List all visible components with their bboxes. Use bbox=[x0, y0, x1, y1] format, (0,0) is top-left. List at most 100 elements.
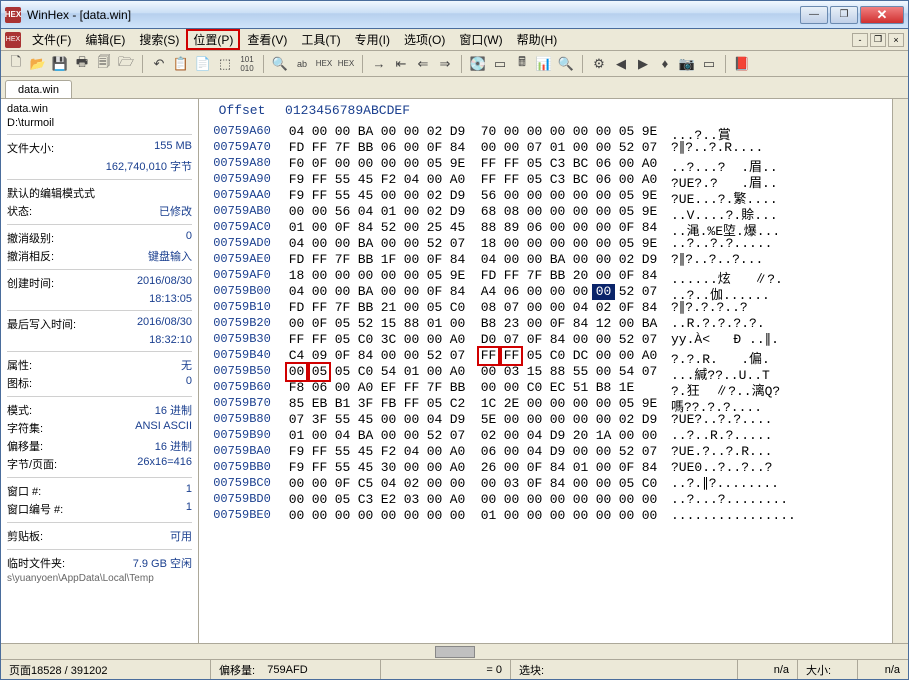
byte-cell[interactable]: FF bbox=[477, 346, 500, 366]
byte-cell[interactable]: 00 bbox=[331, 124, 354, 140]
byte-cell[interactable]: 0F bbox=[523, 476, 546, 492]
byte-cell[interactable]: 05 bbox=[615, 124, 638, 140]
byte-cell[interactable]: 00 bbox=[500, 236, 523, 252]
byte-cell[interactable]: 02 bbox=[615, 252, 638, 268]
byte-cell[interactable]: 00 bbox=[523, 204, 546, 220]
byte-cell[interactable]: FF bbox=[500, 172, 523, 188]
ascii-cell[interactable]: ..?.∥?........ bbox=[661, 476, 892, 492]
byte-cell[interactable]: 06 bbox=[592, 172, 615, 188]
byte-cell[interactable]: A0 bbox=[638, 172, 661, 188]
byte-cell[interactable]: 18 bbox=[477, 236, 500, 252]
byte-cell[interactable]: 00 bbox=[331, 236, 354, 252]
byte-cell[interactable]: 1C bbox=[477, 396, 500, 412]
byte-cell[interactable]: 00 bbox=[377, 508, 400, 524]
byte-cell[interactable]: 00 bbox=[308, 476, 331, 492]
byte-cell[interactable]: 00 bbox=[569, 508, 592, 524]
byte-cell[interactable]: 00 bbox=[308, 268, 331, 284]
byte-cell[interactable]: 05 bbox=[615, 236, 638, 252]
byte-cell[interactable]: FD bbox=[285, 252, 308, 268]
byte-cell[interactable]: 00 bbox=[546, 236, 569, 252]
byte-cell[interactable]: 00 bbox=[377, 236, 400, 252]
find-hex-icon[interactable]: HEX bbox=[315, 55, 333, 73]
hex-row[interactable]: 00759B50000505C0540100A00003158855005407… bbox=[199, 364, 892, 380]
analyze-icon[interactable]: 📊 bbox=[535, 55, 553, 73]
byte-cell[interactable]: 45 bbox=[354, 172, 377, 188]
byte-cell[interactable]: 00 bbox=[523, 316, 546, 332]
byte-cell[interactable]: 84 bbox=[569, 316, 592, 332]
byte-cell[interactable]: 00 bbox=[331, 380, 354, 396]
byte-cell[interactable]: 00 bbox=[446, 476, 469, 492]
hex-row[interactable]: 00759A60040000BA000002D9700000000000059E… bbox=[199, 124, 892, 140]
byte-cell[interactable]: 00 bbox=[569, 204, 592, 220]
byte-cell[interactable]: 00 bbox=[569, 252, 592, 268]
byte-cell[interactable]: B1 bbox=[331, 396, 354, 412]
byte-cell[interactable]: 00 bbox=[592, 444, 615, 460]
byte-cell[interactable]: BA bbox=[354, 284, 377, 300]
byte-cell[interactable]: BA bbox=[546, 252, 569, 268]
byte-cell[interactable]: 05 bbox=[423, 396, 446, 412]
hex-row[interactable]: 00759B20000F055215880100B823000F841200BA… bbox=[199, 316, 892, 332]
ascii-cell[interactable]: ..R.?.?.?.?. bbox=[661, 316, 892, 332]
byte-cell[interactable]: 00 bbox=[523, 412, 546, 428]
new-icon[interactable]: 🗋 bbox=[7, 55, 25, 73]
byte-cell[interactable]: 02 bbox=[423, 188, 446, 204]
byte-cell[interactable]: 01 bbox=[400, 364, 423, 380]
byte-cell[interactable]: 00 bbox=[400, 204, 423, 220]
byte-cell[interactable]: D9 bbox=[446, 188, 469, 204]
byte-cell[interactable]: FD bbox=[285, 300, 308, 316]
byte-cell[interactable]: 00 bbox=[546, 124, 569, 140]
menu-search[interactable]: 搜索(S) bbox=[132, 29, 186, 50]
byte-cell[interactable]: 00 bbox=[400, 236, 423, 252]
byte-cell[interactable]: 45 bbox=[354, 188, 377, 204]
goto-prev-icon[interactable]: ⇐ bbox=[414, 55, 432, 73]
hex-row[interactable]: 00759BD0000005C3E20300A00000000000000000… bbox=[199, 492, 892, 508]
byte-cell[interactable]: 04 bbox=[523, 444, 546, 460]
byte-cell[interactable]: A0 bbox=[446, 460, 469, 476]
byte-cell[interactable]: BA bbox=[354, 124, 377, 140]
byte-cell[interactable]: 00 bbox=[523, 492, 546, 508]
byte-cell[interactable]: 7F bbox=[331, 252, 354, 268]
byte-cell[interactable]: 0F bbox=[523, 332, 546, 348]
byte-cell[interactable]: 54 bbox=[377, 364, 400, 380]
hex-row[interactable]: 00759B7085EBB13FFBFF05C21C2E00000000059E… bbox=[199, 396, 892, 412]
byte-cell[interactable]: 01 bbox=[569, 460, 592, 476]
byte-cell[interactable]: BA bbox=[638, 316, 661, 332]
byte-cell[interactable]: B8 bbox=[477, 316, 500, 332]
byte-cell[interactable]: 00 bbox=[285, 492, 308, 508]
byte-cell[interactable]: 9E bbox=[638, 204, 661, 220]
byte-cell[interactable]: FB bbox=[377, 396, 400, 412]
print-icon[interactable]: 🖶 bbox=[73, 55, 91, 73]
undo-icon[interactable]: ↶ bbox=[150, 55, 168, 73]
byte-cell[interactable]: 84 bbox=[446, 252, 469, 268]
byte-cell[interactable]: 84 bbox=[446, 284, 469, 300]
byte-cell[interactable]: 00 bbox=[477, 364, 500, 380]
byte-cell[interactable]: 00 bbox=[592, 508, 615, 524]
byte-cell[interactable]: 06 bbox=[377, 140, 400, 156]
byte-cell[interactable]: A0 bbox=[446, 492, 469, 508]
hex-body[interactable]: 00759A60040000BA000002D9700000000000059E… bbox=[199, 124, 892, 643]
byte-cell[interactable]: D9 bbox=[446, 412, 469, 428]
byte-cell[interactable]: 05 bbox=[423, 268, 446, 284]
menu-help[interactable]: 帮助(H) bbox=[510, 29, 565, 50]
byte-cell[interactable]: FF bbox=[308, 140, 331, 156]
vertical-scrollbar[interactable] bbox=[892, 99, 908, 643]
byte-cell[interactable]: 00 bbox=[377, 124, 400, 140]
byte-cell[interactable]: 07 bbox=[638, 444, 661, 460]
byte-cell[interactable]: 07 bbox=[523, 140, 546, 156]
byte-cell[interactable]: 00 bbox=[500, 140, 523, 156]
byte-cell[interactable]: 00 bbox=[592, 252, 615, 268]
byte-cell[interactable]: 00 bbox=[592, 364, 615, 380]
byte-cell[interactable]: 00 bbox=[500, 444, 523, 460]
byte-cell[interactable]: 00 bbox=[377, 188, 400, 204]
byte-cell[interactable]: 00 bbox=[423, 332, 446, 348]
byte-cell[interactable]: 00 bbox=[500, 460, 523, 476]
byte-cell[interactable]: 00 bbox=[331, 284, 354, 300]
hex-row[interactable]: 00759A80F00F00000000059EFFFF05C3BC0600A0… bbox=[199, 156, 892, 172]
preview-icon[interactable]: 🗐 bbox=[95, 55, 113, 73]
byte-cell[interactable]: 52 bbox=[615, 444, 638, 460]
ram-icon[interactable]: ▭ bbox=[491, 55, 509, 73]
ascii-cell[interactable]: ...緘??..U..T bbox=[661, 364, 892, 380]
byte-cell[interactable]: 00 bbox=[592, 220, 615, 236]
byte-cell[interactable]: 84 bbox=[638, 460, 661, 476]
byte-cell[interactable]: FF bbox=[308, 332, 331, 348]
